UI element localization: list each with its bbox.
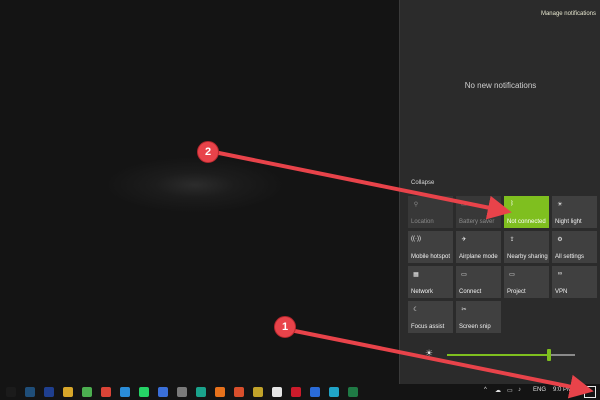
brightness-icon: ☀ bbox=[425, 348, 434, 358]
tile-night-light[interactable]: ☀ Night light bbox=[552, 196, 597, 228]
annotation-badge-1: 1 bbox=[274, 316, 296, 338]
tile-label: Night light bbox=[555, 219, 582, 225]
hotspot-icon: ((·)) bbox=[411, 236, 421, 242]
airplane-icon: ✈ bbox=[461, 236, 467, 243]
opera-icon[interactable] bbox=[291, 387, 301, 397]
brightness-slider[interactable]: ☀ bbox=[425, 346, 575, 362]
project-icon: ▭ bbox=[509, 271, 515, 278]
tile-label: Project bbox=[507, 289, 526, 295]
battery-icon: ▭ bbox=[461, 201, 467, 208]
tile-connect[interactable]: ▭ Connect bbox=[456, 266, 501, 298]
tile-all-settings[interactable]: ⚙ All settings bbox=[552, 231, 597, 263]
vpn-icon: ∞ bbox=[557, 271, 563, 277]
taskbar: ^ ☁ ▭ ♪ ENG 9:0 PM bbox=[0, 384, 600, 400]
tile-label: Battery saver bbox=[459, 219, 495, 225]
app-icon[interactable] bbox=[272, 387, 282, 397]
app-icon[interactable] bbox=[310, 387, 320, 397]
tile-network[interactable]: ▦ Network bbox=[408, 266, 453, 298]
app-icon[interactable] bbox=[196, 387, 206, 397]
tile-not-connected[interactable]: ᛒ Not connected bbox=[504, 196, 549, 228]
tile-vpn[interactable]: ∞ VPN bbox=[552, 266, 597, 298]
desktop-background bbox=[0, 0, 399, 384]
photoshop-icon[interactable] bbox=[44, 387, 54, 397]
show-hidden-icons-icon[interactable]: ^ bbox=[484, 387, 487, 393]
tile-label: Connect bbox=[459, 289, 482, 295]
clock[interactable]: 9:0 PM bbox=[553, 387, 572, 393]
app-icon[interactable] bbox=[234, 387, 244, 397]
cloud-icon[interactable]: ☁ bbox=[495, 387, 501, 394]
app-icon[interactable] bbox=[253, 387, 263, 397]
chrome-alt-icon[interactable] bbox=[101, 387, 111, 397]
manage-notifications-link[interactable]: Manage notifications bbox=[541, 11, 596, 17]
tile-label: Network bbox=[411, 289, 434, 295]
collapse-link[interactable]: Collapse bbox=[411, 180, 434, 186]
tile-label: Screen snip bbox=[459, 324, 491, 330]
tile-label: VPN bbox=[555, 289, 568, 295]
tile-project[interactable]: ▭ Project bbox=[504, 266, 549, 298]
tile-label: Nearby sharing bbox=[507, 254, 548, 260]
app-icon[interactable] bbox=[329, 387, 339, 397]
app-icon[interactable] bbox=[158, 387, 168, 397]
tile-screen-snip[interactable]: ✂ Screen snip bbox=[456, 301, 501, 333]
tile-battery-saver[interactable]: ▭ Battery saver bbox=[456, 196, 501, 228]
chrome-icon[interactable] bbox=[82, 387, 92, 397]
excel-icon[interactable] bbox=[348, 387, 358, 397]
brightness-track[interactable] bbox=[447, 349, 575, 361]
moon-icon: ☾ bbox=[413, 306, 419, 313]
tile-label: Airplane mode bbox=[459, 254, 498, 260]
tile-label: Location bbox=[411, 219, 434, 225]
brightness-fill bbox=[447, 354, 550, 356]
tile-label: Not connected bbox=[507, 219, 546, 225]
start-icon[interactable] bbox=[6, 387, 16, 397]
tile-label: Focus assist bbox=[411, 324, 445, 330]
firefox-icon[interactable] bbox=[215, 387, 225, 397]
notification-center-button[interactable] bbox=[584, 386, 596, 398]
gear-icon: ⚙ bbox=[557, 236, 563, 243]
tile-airplane-mode[interactable]: ✈ Airplane mode bbox=[456, 231, 501, 263]
network-icon: ▦ bbox=[413, 271, 419, 278]
app-icon[interactable] bbox=[177, 387, 187, 397]
night-light-icon: ☀ bbox=[557, 201, 563, 208]
vscode-icon[interactable] bbox=[120, 387, 130, 397]
bluetooth-icon: ᛒ bbox=[510, 201, 514, 207]
taskview-icon[interactable] bbox=[25, 387, 35, 397]
tile-label: All settings bbox=[555, 254, 585, 260]
whatsapp-icon[interactable] bbox=[139, 387, 149, 397]
explorer-icon[interactable] bbox=[63, 387, 73, 397]
language-indicator[interactable]: ENG bbox=[533, 387, 546, 393]
volume-icon[interactable]: ♪ bbox=[518, 387, 521, 393]
connect-icon: ▭ bbox=[461, 271, 467, 278]
tile-label: Mobile hotspot bbox=[411, 254, 451, 260]
tile-nearby-sharing[interactable]: ⇪ Nearby sharing bbox=[504, 231, 549, 263]
tile-focus-assist[interactable]: ☾ Focus assist bbox=[408, 301, 453, 333]
location-icon: ⚲ bbox=[413, 201, 419, 208]
tile-location[interactable]: ⚲ Location bbox=[408, 196, 453, 228]
tile-mobile-hotspot[interactable]: ((·)) Mobile hotspot bbox=[408, 231, 453, 263]
snip-icon: ✂ bbox=[461, 306, 467, 313]
share-icon: ⇪ bbox=[509, 236, 515, 243]
no-notifications-text: No new notifications bbox=[464, 81, 537, 90]
annotation-badge-2: 2 bbox=[197, 141, 219, 163]
brightness-thumb[interactable] bbox=[547, 349, 552, 361]
battery-tray-icon[interactable]: ▭ bbox=[507, 387, 513, 394]
